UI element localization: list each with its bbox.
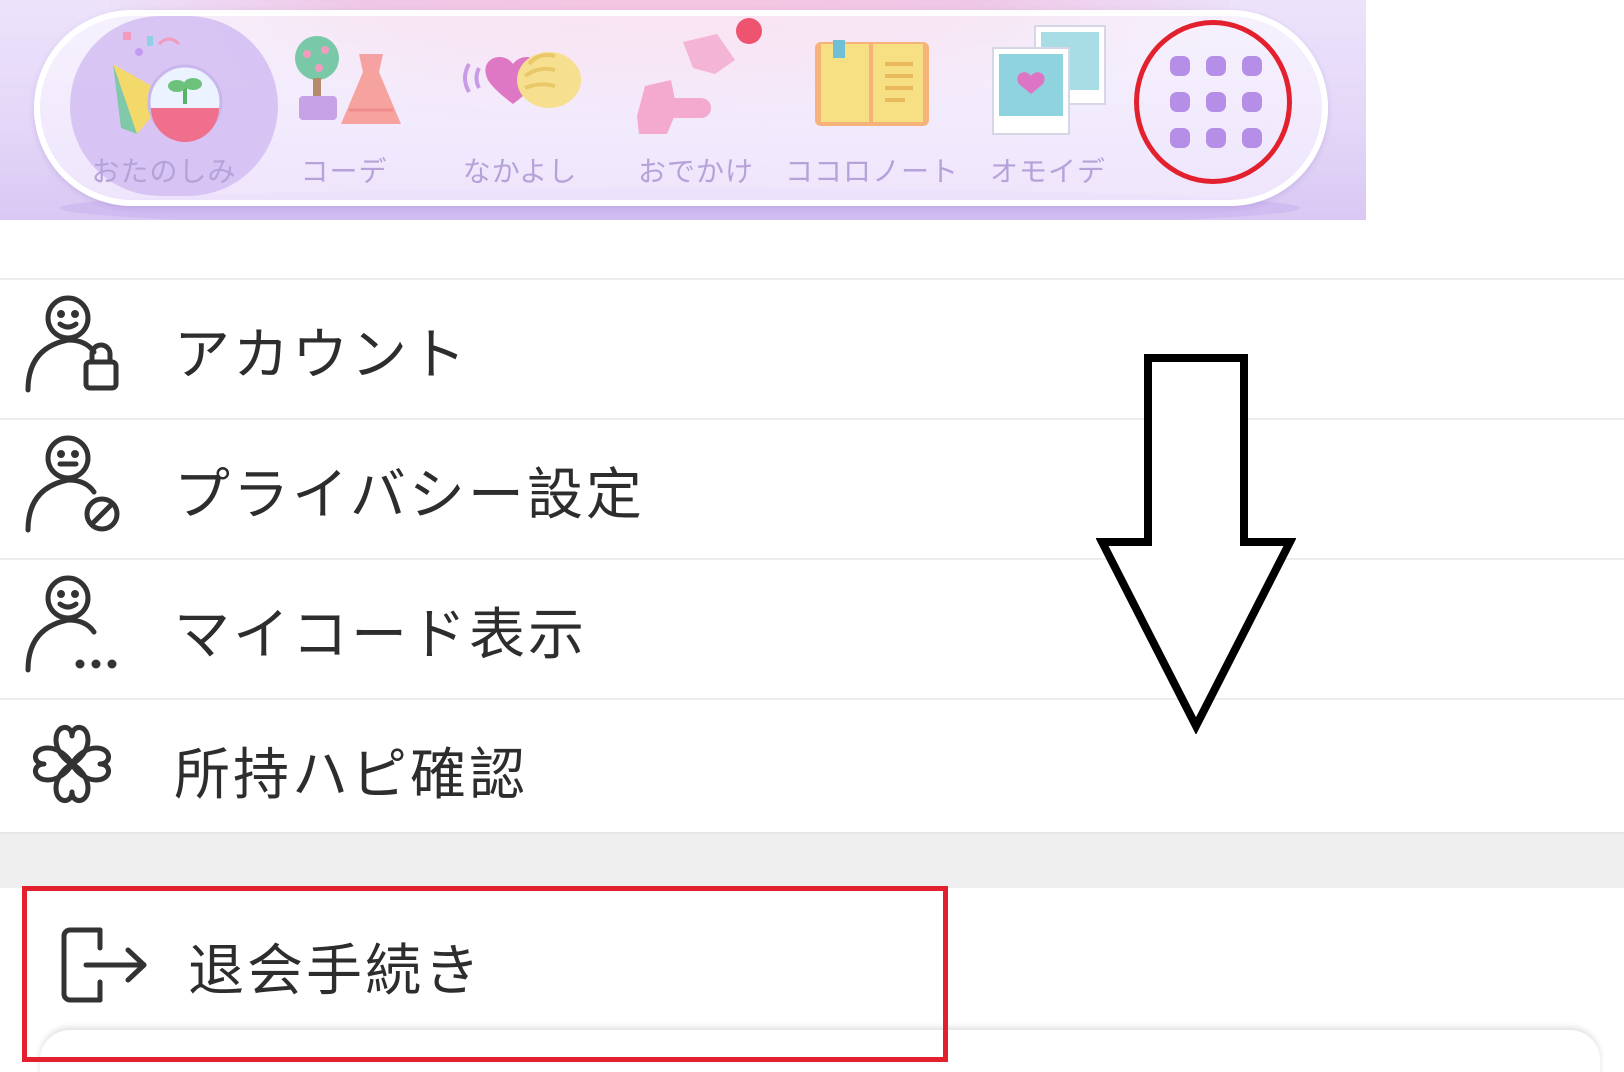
settings-item-label: 所持ハピ確認 [174, 743, 528, 808]
user-block-icon [25, 435, 120, 533]
nav-label: コーデ [300, 155, 388, 188]
section-divider [0, 832, 1624, 890]
hand-heart-icon [463, 52, 581, 108]
grid-menu-icon [1170, 56, 1262, 148]
dress-tree-icon [295, 36, 401, 124]
app-screen: おたのしみ コーデ なかよし おでかけ ココロノート オモイデ アカウント プラ… [0, 0, 1624, 1072]
settings-item-privacy[interactable]: プライバシー設定 [0, 418, 1624, 558]
nav-label: オモイデ [989, 155, 1106, 188]
settings-item-label: 退会手続き [188, 939, 483, 1004]
nav-label: なかよし [462, 155, 578, 188]
top-nav-banner: おたのしみ コーデ なかよし おでかけ ココロノート オモイデ [0, 0, 1366, 220]
party-terrarium-icon [113, 32, 223, 142]
settings-item-label: プライバシー設定 [174, 463, 645, 528]
settings-item-label: マイコード表示 [174, 603, 587, 668]
logout-icon [61, 927, 147, 1003]
clover-icon [33, 725, 111, 803]
bottom-sheet [40, 1030, 1600, 1072]
nav-item-nakayoshi[interactable]: なかよし [432, 22, 608, 192]
photos-icon [992, 25, 1106, 135]
settings-item-account[interactable]: アカウント [0, 278, 1624, 418]
nav-item-otanoshimi[interactable]: おたのしみ [70, 16, 278, 196]
nav-item-omoide[interactable]: オモイデ [960, 22, 1136, 192]
nav-item-code[interactable]: コーデ [256, 22, 432, 192]
settings-item-withdraw[interactable]: 退会手続き [0, 888, 1624, 1034]
user-more-icon [25, 575, 117, 673]
settings-item-hapi[interactable]: 所持ハピ確認 [0, 698, 1624, 838]
notification-badge [736, 18, 762, 44]
nav-label: おでかけ [637, 155, 754, 188]
user-lock-icon [25, 295, 119, 393]
nav-label: おたのしみ [91, 155, 237, 188]
menu-grid-button[interactable] [1140, 28, 1292, 180]
settings-item-mycode[interactable]: マイコード表示 [0, 558, 1624, 698]
notebook-icon [815, 40, 929, 126]
settings-list: アカウント プライバシー設定 マイコード表示 所持ハピ確認 [0, 278, 1624, 838]
nav-item-odekake[interactable]: おでかけ [608, 18, 784, 192]
settings-item-label: アカウント [174, 323, 469, 388]
nav-item-kokoronote[interactable]: ココロノート [784, 22, 960, 192]
nav-label: ココロノート [784, 155, 959, 188]
